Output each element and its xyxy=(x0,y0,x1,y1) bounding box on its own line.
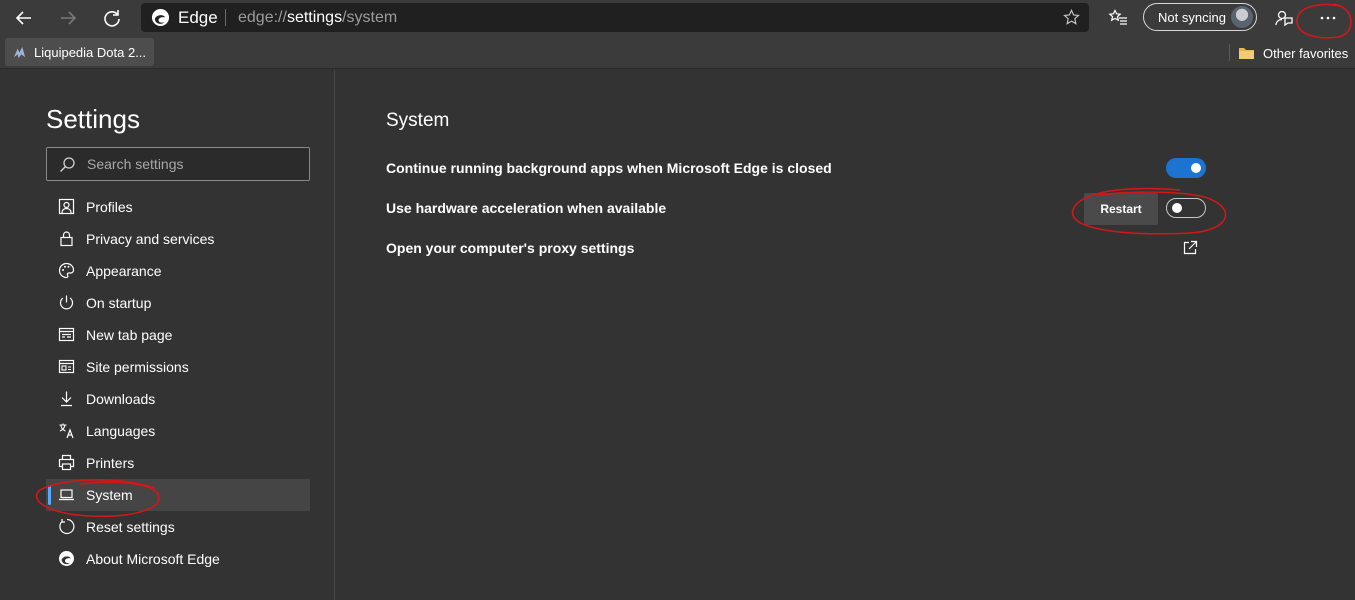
sidebar-item-label: Appearance xyxy=(86,263,162,279)
palette-icon xyxy=(58,262,75,279)
download-icon xyxy=(61,391,72,407)
sidebar-item-new-tab[interactable]: New tab page xyxy=(46,319,310,351)
favorites-separator xyxy=(1229,44,1230,61)
refresh-button[interactable] xyxy=(97,3,127,33)
page-title: Settings xyxy=(46,104,140,134)
search-input[interactable] xyxy=(87,148,302,180)
laptop-icon xyxy=(59,489,74,501)
liquipedia-favicon-icon xyxy=(13,46,26,59)
settings-sidebar: Settings Profiles Privacy and services A… xyxy=(0,70,335,600)
address-separator xyxy=(225,9,226,26)
restart-button[interactable]: Restart xyxy=(1084,193,1158,225)
feedback-icon xyxy=(1275,10,1293,27)
setting-proxy[interactable]: Open your computer's proxy settings xyxy=(386,234,1206,264)
folder-icon xyxy=(1239,48,1254,59)
sidebar-item-label: Languages xyxy=(86,423,156,439)
edge-logo-icon xyxy=(59,551,74,566)
section-title: System xyxy=(386,110,450,131)
toggle-knob xyxy=(1191,163,1201,173)
url-host: settings xyxy=(286,9,343,26)
sidebar-item-label: Downloads xyxy=(86,391,156,407)
settings-more-button[interactable] xyxy=(1313,3,1343,33)
favorites-bar: Liquipedia Dota 2... Other favorites xyxy=(0,36,1355,69)
favorite-liquipedia[interactable]: Liquipedia Dota 2... xyxy=(5,38,154,66)
sidebar-item-privacy[interactable]: Privacy and services xyxy=(46,223,310,255)
forward-button[interactable] xyxy=(53,3,83,33)
sidebar-item-label: System xyxy=(86,487,133,503)
sidebar-item-label: Reset settings xyxy=(86,519,175,535)
reset-icon xyxy=(59,518,75,535)
sidebar-item-printers[interactable]: Printers xyxy=(46,447,310,479)
address-url[interactable]: edge://settings/system xyxy=(238,9,397,27)
url-path: /system xyxy=(342,9,398,26)
sidebar-item-system[interactable]: System xyxy=(46,479,310,511)
search-settings-box[interactable] xyxy=(46,147,310,181)
sidebar-item-label: Printers xyxy=(86,455,135,471)
languages-icon xyxy=(59,423,74,439)
sidebar-item-label: Profiles xyxy=(86,199,133,215)
edge-logo-icon xyxy=(151,8,170,27)
sidebar-item-downloads[interactable]: Downloads xyxy=(46,383,310,415)
external-link-icon[interactable] xyxy=(1182,240,1198,256)
sidebar-item-appearance[interactable]: Appearance xyxy=(46,255,310,287)
lock-icon xyxy=(60,231,73,247)
profile-sync-button[interactable]: Not syncing xyxy=(1143,3,1257,31)
toggle-knob xyxy=(1172,203,1182,213)
more-dots-icon xyxy=(1320,16,1336,20)
sidebar-item-label: Site permissions xyxy=(86,359,189,375)
sidebar-item-site-permissions[interactable]: Site permissions xyxy=(46,351,310,383)
settings-main-panel: System Continue running background apps … xyxy=(336,70,1355,600)
forward-arrow-icon xyxy=(61,11,77,25)
profile-icon xyxy=(58,198,75,215)
other-favorites-button[interactable]: Other favorites xyxy=(1238,44,1348,62)
search-icon xyxy=(60,157,75,172)
new-tab-icon xyxy=(58,327,75,342)
sidebar-item-about[interactable]: About Microsoft Edge xyxy=(46,543,310,575)
power-icon xyxy=(59,295,74,310)
refresh-icon xyxy=(104,10,120,27)
avatar xyxy=(1231,6,1253,28)
setting-label: Open your computer's proxy settings xyxy=(386,240,635,256)
back-button[interactable] xyxy=(9,3,39,33)
favorite-label: Liquipedia Dota 2... xyxy=(34,45,147,60)
favorites-button[interactable] xyxy=(1103,3,1133,33)
browser-toolbar: Edge edge://settings/system Not syncing xyxy=(0,0,1355,36)
hardware-acceleration-toggle[interactable] xyxy=(1166,198,1206,218)
background-apps-toggle[interactable] xyxy=(1166,158,1206,178)
sidebar-item-label: On startup xyxy=(86,295,152,311)
setting-hardware-acceleration: Use hardware acceleration when available… xyxy=(386,193,1206,225)
back-arrow-icon xyxy=(15,11,31,25)
address-brand: Edge xyxy=(178,8,218,27)
address-bar[interactable]: Edge edge://settings/system xyxy=(141,3,1089,32)
setting-background-apps: Continue running background apps when Mi… xyxy=(386,154,1206,184)
setting-label: Continue running background apps when Mi… xyxy=(386,160,832,176)
sidebar-item-label: Privacy and services xyxy=(86,231,215,247)
other-favorites-label: Other favorites xyxy=(1263,45,1349,61)
sidebar-item-profiles[interactable]: Profiles xyxy=(46,191,310,223)
sidebar-item-label: About Microsoft Edge xyxy=(86,551,220,567)
favorite-star-icon[interactable] xyxy=(1062,8,1081,27)
sidebar-item-languages[interactable]: Languages xyxy=(46,415,310,447)
sidebar-item-label: New tab page xyxy=(86,327,173,343)
printer-icon xyxy=(58,454,75,471)
sync-status-label: Not syncing xyxy=(1158,10,1226,25)
favorites-list-icon xyxy=(1108,9,1127,25)
feedback-button[interactable] xyxy=(1269,3,1299,33)
sidebar-item-startup[interactable]: On startup xyxy=(46,287,310,319)
site-permissions-icon xyxy=(58,359,75,374)
sidebar-item-reset[interactable]: Reset settings xyxy=(46,511,310,543)
setting-label: Use hardware acceleration when available xyxy=(386,200,667,216)
url-prefix: edge:// xyxy=(238,9,287,26)
